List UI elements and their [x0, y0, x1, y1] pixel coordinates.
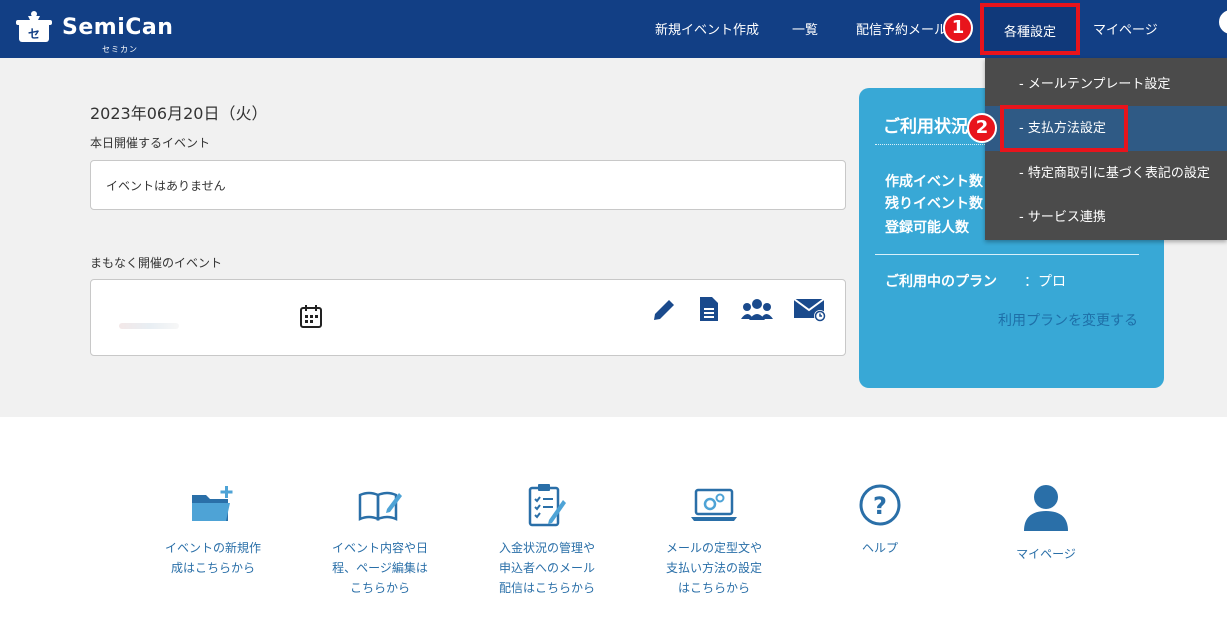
today-events-heading: 本日開催するイベント: [90, 136, 211, 150]
tile-edit-event-text-3: こちらから: [349, 581, 410, 595]
tile-payment-text-3: 配信はこちらから: [498, 581, 595, 595]
tile-edit-event-text-2: 程、ページ編集は: [332, 561, 428, 575]
tile-mypage-text: マイページ: [1016, 547, 1076, 561]
usage-divider-2: [875, 254, 1139, 255]
tile-payment-text-2: 申込者へのメール: [498, 561, 595, 575]
plan-label: ご利用中のプラン: [885, 274, 997, 290]
current-date: 2023年06月20日（火）: [90, 104, 268, 123]
tile-mail-settings-text-2: 支払い方法の設定: [665, 561, 762, 575]
menu-item-mail-template[interactable]: - メールテンプレート設定: [985, 62, 1227, 107]
nav-list[interactable]: 一覧: [792, 19, 818, 38]
document-icon[interactable]: [699, 296, 719, 326]
nav-settings-label: 各種設定: [1003, 25, 1056, 40]
upcoming-event-row: [90, 279, 846, 356]
usage-title: ご利用状況: [883, 117, 968, 137]
top-navbar: セ SemiCan セミカン 新規イベント作成 一覧 配信予約メール 各種設定 …: [0, 0, 1227, 58]
tile-mail-settings-text-3: はこちらから: [677, 581, 750, 595]
created-events-label: 作成イベント数: [885, 174, 983, 190]
payment-settings-highlight: [1000, 105, 1128, 152]
help-question-icon: ?: [825, 480, 935, 530]
svg-text:?: ?: [873, 492, 887, 520]
registrable-count-label: 登録可能人数: [885, 220, 969, 236]
laptop-gear-icon: [659, 480, 769, 530]
book-edit-icon: [325, 480, 435, 530]
tile-help[interactable]: ? ヘルプ: [825, 480, 935, 558]
menu-item-service-integration[interactable]: - サービス連携: [985, 195, 1227, 240]
tile-mail-settings-text-1: メールの定型文や: [665, 541, 762, 555]
edit-pencil-icon[interactable]: [651, 297, 677, 327]
svg-text:セ: セ: [28, 27, 40, 41]
nav-mypage[interactable]: マイページ: [1093, 19, 1158, 38]
event-title-blurred[interactable]: [119, 323, 179, 329]
tile-help-text: ヘルプ: [861, 541, 898, 555]
new-folder-icon: [158, 480, 268, 530]
upcoming-events-heading: まもなく開催のイベント: [90, 256, 223, 270]
today-events-box: イベントはありません: [90, 160, 846, 210]
menu-item-commercial-law[interactable]: - 特定商取引に基づく表記の設定: [985, 151, 1227, 196]
scheduled-mail-icon[interactable]: [793, 297, 827, 327]
participants-icon[interactable]: [741, 298, 773, 326]
nav-settings[interactable]: 各種設定: [980, 3, 1080, 55]
logo-pot-icon: セ: [16, 10, 52, 46]
tile-mypage[interactable]: マイページ: [991, 480, 1101, 564]
tile-payment-management[interactable]: 入金状況の管理や 申込者へのメール 配信はこちらから: [492, 480, 602, 598]
tile-new-event-text-2: 成はこちらから: [170, 561, 255, 575]
semican-logo[interactable]: セ SemiCan セミカン: [16, 10, 173, 55]
plan-value: ：プロ: [1024, 274, 1066, 290]
step-badge-2: 2: [967, 113, 997, 143]
user-avatar-icon[interactable]: [1219, 10, 1227, 34]
remaining-events-label: 残りイベント数: [885, 196, 983, 212]
change-plan-link[interactable]: 利用プランを変更する: [998, 310, 1138, 330]
calendar-icon[interactable]: [300, 304, 322, 332]
nav-new-event[interactable]: 新規イベント作成: [655, 19, 759, 38]
user-profile-icon: [991, 480, 1101, 536]
tile-new-event-text-1: イベントの新規作: [164, 541, 261, 555]
tile-new-event[interactable]: イベントの新規作 成はこちらから: [158, 480, 268, 578]
logo-wordmark: SemiCan セミカン: [62, 17, 173, 55]
nav-scheduled-mail[interactable]: 配信予約メール: [856, 19, 946, 38]
tile-edit-event[interactable]: イベント内容や日 程、ページ編集は こちらから: [325, 480, 435, 598]
tile-mail-settings[interactable]: メールの定型文や 支払い方法の設定 はこちらから: [659, 480, 769, 598]
no-events-text: イベントはありません: [106, 179, 226, 193]
clipboard-check-icon: [492, 480, 602, 530]
step-badge-1: 1: [943, 13, 973, 43]
tile-edit-event-text-1: イベント内容や日: [331, 541, 428, 555]
tile-payment-text-1: 入金状況の管理や: [498, 541, 595, 555]
